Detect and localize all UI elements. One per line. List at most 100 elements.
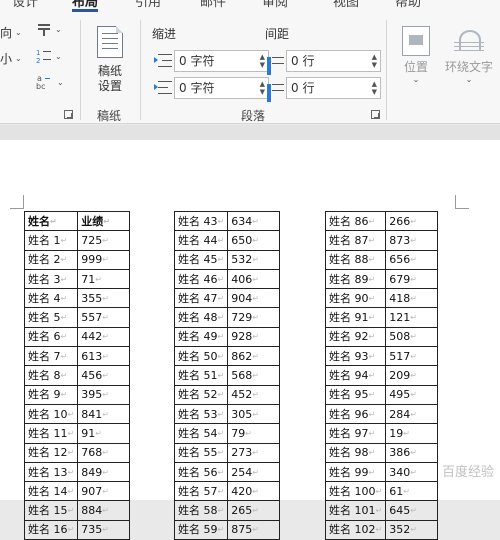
name-cell[interactable]: 姓名 44↵ — [173, 230, 229, 251]
name-cell[interactable]: 姓名 46↵ — [173, 268, 229, 290]
name-cell[interactable]: 姓名 99↵ — [324, 461, 387, 483]
spinner-arrows-icon[interactable]: ▲ ▼ — [260, 53, 265, 69]
score-cell[interactable]: 884↵ — [77, 500, 131, 521]
score-cell[interactable]: 386↵ — [385, 442, 439, 463]
name-cell[interactable]: 姓名 12↵ — [23, 442, 79, 463]
name-cell[interactable]: 姓名 94↵ — [324, 365, 387, 386]
score-cell[interactable]: 875↵ — [227, 519, 281, 540]
name-cell[interactable]: 姓名 101↵ — [324, 500, 387, 521]
tab-layout[interactable]: 布局 — [72, 0, 99, 12]
orientation-button[interactable]: 向 ⌄ — [0, 24, 22, 41]
name-cell[interactable]: 姓名↵ — [23, 210, 79, 232]
spacing-before-spinner[interactable]: 0 行 ▲ ▼ — [286, 50, 381, 72]
name-cell[interactable]: 姓名 100↵ — [324, 481, 387, 502]
score-cell[interactable]: 254↵ — [227, 461, 281, 483]
score-cell[interactable]: 452↵ — [227, 384, 281, 405]
name-cell[interactable]: 姓名 96↵ — [324, 403, 387, 425]
name-cell[interactable]: 姓名 9↵ — [23, 384, 79, 405]
score-cell[interactable]: 495↵ — [385, 384, 439, 405]
name-cell[interactable]: 姓名 91↵ — [324, 307, 387, 328]
name-cell[interactable]: 姓名 53↵ — [173, 403, 229, 425]
name-cell[interactable]: 姓名 11↵ — [23, 423, 79, 444]
name-cell[interactable]: 姓名 14↵ — [23, 481, 79, 502]
name-cell[interactable]: 姓名 15↵ — [23, 500, 79, 521]
name-cell[interactable]: 姓名 102↵ — [324, 519, 387, 540]
name-cell[interactable]: 姓名 57↵ — [173, 481, 229, 502]
name-cell[interactable]: 姓名 59↵ — [173, 519, 229, 540]
score-cell[interactable]: 442↵ — [77, 326, 131, 348]
tab-review[interactable]: 审阅 — [262, 0, 288, 10]
score-cell[interactable]: 79↵ — [227, 423, 281, 444]
name-cell[interactable]: 姓名 50↵ — [173, 346, 229, 367]
score-cell[interactable]: 91↵ — [77, 423, 131, 444]
name-cell[interactable]: 姓名 87↵ — [324, 230, 387, 251]
score-cell[interactable]: 907↵ — [77, 481, 131, 502]
position-button[interactable]: 位置 ⌄ — [398, 26, 434, 84]
score-cell[interactable]: 725↵ — [77, 230, 131, 251]
score-cell[interactable]: 340↵ — [385, 461, 439, 483]
name-cell[interactable]: 姓名 2↵ — [23, 249, 79, 270]
score-cell[interactable]: 265↵ — [227, 500, 281, 521]
score-cell[interactable]: 266↵ — [385, 210, 439, 232]
score-cell[interactable]: 679↵ — [385, 268, 439, 290]
score-cell[interactable]: 121↵ — [385, 307, 439, 328]
score-cell[interactable]: 568↵ — [227, 365, 281, 386]
spinner-arrows-icon[interactable]: ▲ ▼ — [372, 53, 377, 69]
score-cell[interactable]: 656↵ — [385, 249, 439, 270]
score-cell[interactable]: 355↵ — [77, 288, 131, 309]
score-cell[interactable]: 557↵ — [77, 307, 131, 328]
indent-left-spinner[interactable]: 0 字符 ▲ ▼ — [174, 50, 269, 72]
score-cell[interactable]: 420↵ — [227, 481, 281, 502]
name-cell[interactable]: 姓名 6↵ — [23, 326, 79, 348]
score-cell[interactable]: 284↵ — [385, 403, 439, 425]
score-cell[interactable]: 273↵ — [227, 442, 281, 463]
tab-mailings[interactable]: 邮件 — [200, 0, 226, 10]
hyphenation-button[interactable]: a bc ⌄ — [36, 74, 64, 90]
breaks-button[interactable]: ⌄ — [36, 22, 62, 36]
name-cell[interactable]: 姓名 3↵ — [23, 268, 79, 290]
name-cell[interactable]: 姓名 93↵ — [324, 346, 387, 367]
page-setup-launcher-icon[interactable] — [64, 110, 73, 119]
score-cell[interactable]: 532↵ — [227, 249, 281, 270]
score-cell[interactable]: 928↵ — [227, 326, 281, 348]
name-cell[interactable]: 姓名 7↵ — [23, 346, 79, 367]
name-cell[interactable]: 姓名 1↵ — [23, 230, 79, 251]
name-cell[interactable]: 姓名 45↵ — [173, 249, 229, 270]
score-cell[interactable]: 456↵ — [77, 365, 131, 386]
score-cell[interactable]: 61↵ — [385, 481, 439, 502]
name-cell[interactable]: 姓名 97↵ — [324, 423, 387, 444]
name-cell[interactable]: 姓名 90↵ — [324, 288, 387, 309]
score-cell[interactable]: 862↵ — [227, 346, 281, 367]
name-cell[interactable]: 姓名 4↵ — [23, 288, 79, 309]
manuscript-setup-button[interactable]: 稿纸 设置 — [88, 26, 132, 94]
size-button[interactable]: 小 ⌄ — [0, 50, 22, 67]
name-cell[interactable]: 姓名 8↵ — [23, 365, 79, 386]
name-cell[interactable]: 姓名 51↵ — [173, 365, 229, 386]
line-numbers-button[interactable]: 12 ⌄ — [36, 48, 62, 64]
score-cell[interactable]: 71↵ — [77, 268, 131, 290]
score-cell[interactable]: 841↵ — [77, 403, 131, 425]
score-cell[interactable]: 业绩↵ — [77, 210, 131, 232]
name-cell[interactable]: 姓名 98↵ — [324, 442, 387, 463]
score-cell[interactable]: 873↵ — [385, 230, 439, 251]
score-cell[interactable]: 305↵ — [227, 403, 281, 425]
score-cell[interactable]: 517↵ — [385, 346, 439, 367]
score-cell[interactable]: 634↵ — [227, 210, 281, 232]
spinner-arrows-icon[interactable]: ▲ ▼ — [260, 80, 265, 96]
score-cell[interactable]: 904↵ — [227, 288, 281, 309]
score-cell[interactable]: 729↵ — [227, 307, 281, 328]
name-cell[interactable]: 姓名 89↵ — [324, 268, 387, 290]
tab-view[interactable]: 视图 — [333, 0, 359, 10]
name-cell[interactable]: 姓名 52↵ — [173, 384, 229, 405]
name-cell[interactable]: 姓名 88↵ — [324, 249, 387, 270]
score-cell[interactable]: 645↵ — [385, 500, 439, 521]
name-cell[interactable]: 姓名 86↵ — [324, 210, 387, 232]
score-cell[interactable]: 999↵ — [77, 249, 131, 270]
score-cell[interactable]: 209↵ — [385, 365, 439, 386]
score-cell[interactable]: 768↵ — [77, 442, 131, 463]
name-cell[interactable]: 姓名 16↵ — [23, 519, 79, 540]
spinner-arrows-icon[interactable]: ▲ ▼ — [372, 80, 377, 96]
name-cell[interactable]: 姓名 47↵ — [173, 288, 229, 309]
score-cell[interactable]: 735↵ — [77, 519, 131, 540]
paragraph-launcher-icon[interactable] — [371, 110, 380, 119]
